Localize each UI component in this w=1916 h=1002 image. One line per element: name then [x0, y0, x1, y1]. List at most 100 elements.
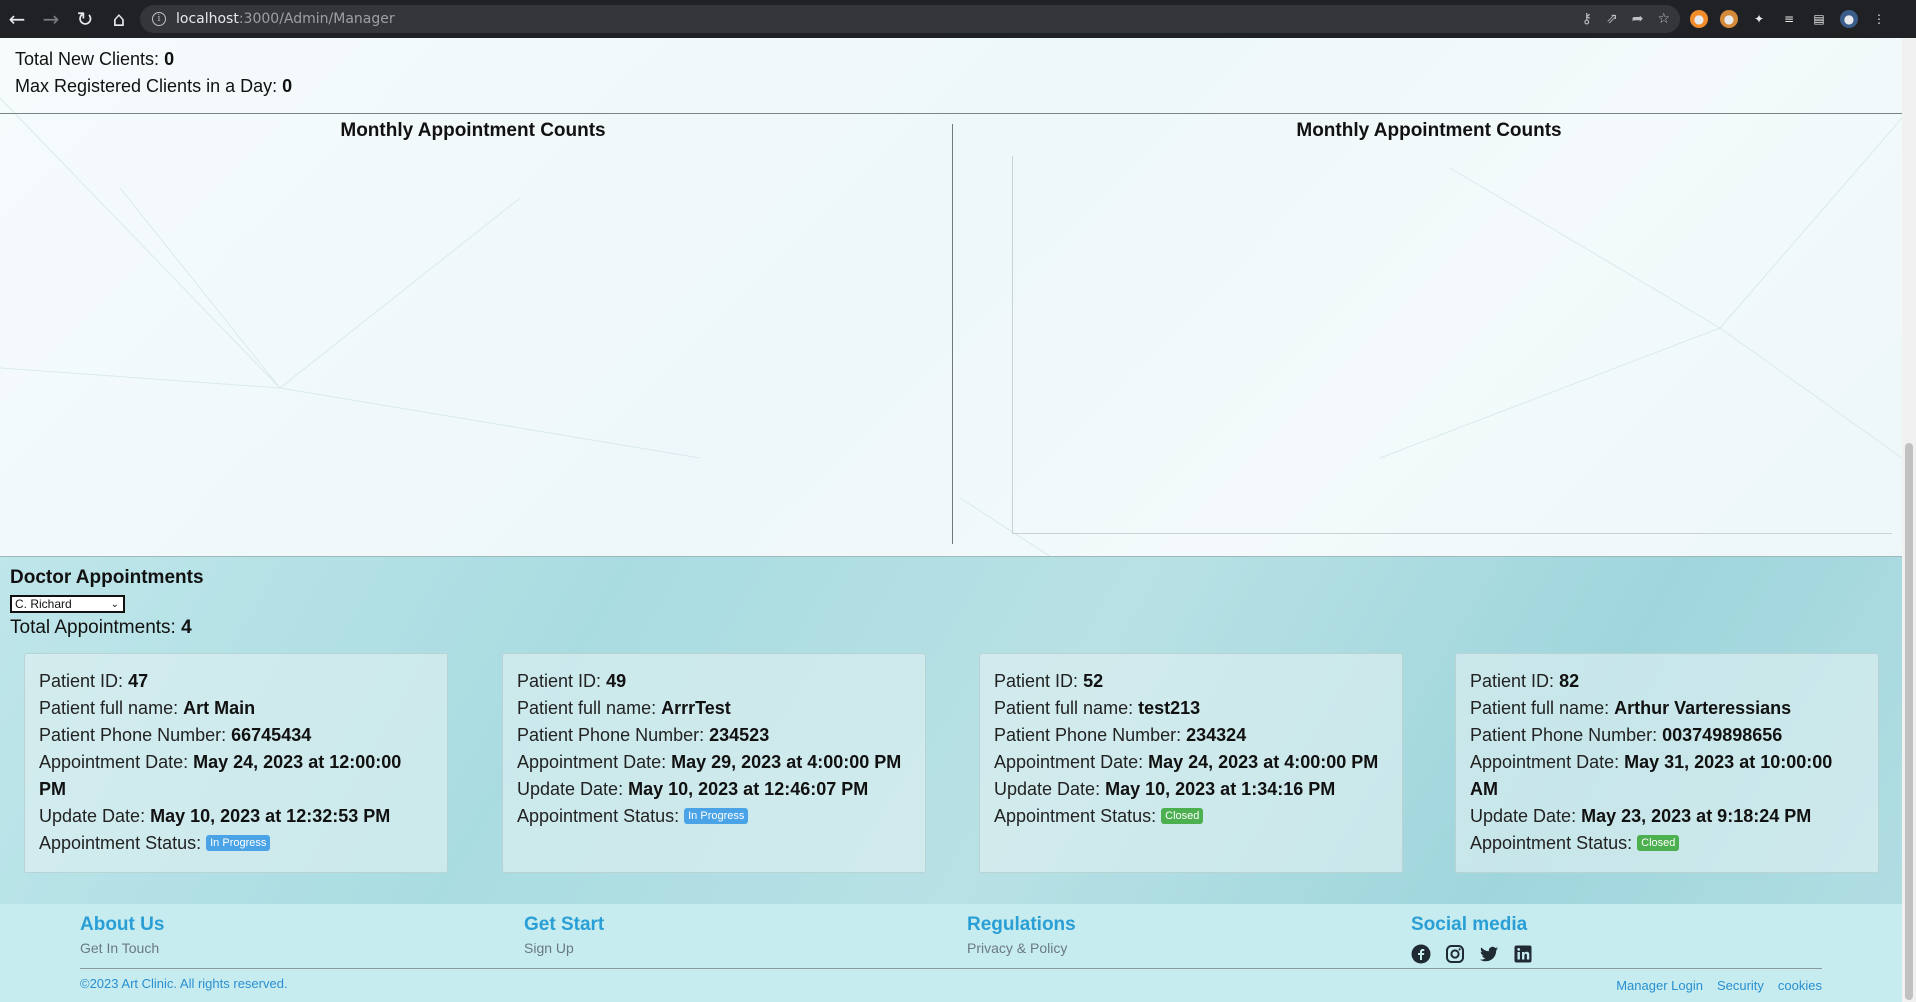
patient-id: 49: [606, 671, 627, 691]
section-divider: [0, 113, 1902, 114]
appointments-title: Doctor Appointments: [10, 567, 204, 588]
puzzle-extensions-icon[interactable]: ✦: [1750, 10, 1768, 28]
full-name-label: Patient full name:: [39, 698, 179, 718]
phone-label: Patient Phone Number:: [994, 725, 1182, 745]
appt-date-label: Appointment Date:: [39, 752, 189, 772]
side-panel-icon[interactable]: ▤: [1810, 10, 1828, 28]
share-icon[interactable]: ➦: [1632, 11, 1644, 27]
appointment-card: Patient ID: 82 Patient full name: Arthur…: [1455, 653, 1879, 873]
appointment-cards: Patient ID: 47 Patient full name: Art Ma…: [24, 653, 1879, 875]
browser-toolbar: ← → ↻ ⌂ i localhost:3000/Admin/Manager ⚷…: [0, 0, 1916, 38]
appointment-card: Patient ID: 49 Patient full name: ArrrTe…: [502, 653, 926, 873]
url-path: :3000/Admin/Manager: [238, 11, 395, 27]
key-icon[interactable]: ⚷: [1582, 11, 1592, 27]
status-label: Appointment Status:: [1470, 833, 1633, 853]
appt-date-label: Appointment Date:: [994, 752, 1144, 772]
max-registered-stat: Max Registered Clients in a Day: 0: [15, 73, 292, 100]
update-date: May 10, 2023 at 1:34:16 PM: [1105, 779, 1336, 799]
patient-id-label: Patient ID:: [994, 671, 1079, 691]
site-info-icon[interactable]: i: [152, 12, 166, 26]
patient-full-name: test213: [1138, 698, 1201, 718]
new-clients-value: 0: [164, 49, 175, 69]
forward-icon[interactable]: →: [34, 0, 68, 38]
linkedin-icon[interactable]: [1513, 944, 1533, 964]
left-chart-panel: Monthly Appointment Counts: [0, 120, 946, 460]
facebook-icon[interactable]: [1411, 944, 1431, 964]
status-badge: Closed: [1637, 835, 1680, 852]
appt-date-label: Appointment Date:: [517, 752, 667, 772]
update-date-label: Update Date:: [517, 779, 624, 799]
right-chart-axes: [1012, 156, 1892, 534]
patient-id-label: Patient ID:: [39, 671, 124, 691]
right-chart-title: Monthly Appointment Counts: [1296, 120, 1562, 141]
address-bar[interactable]: i localhost:3000/Admin/Manager ⚷ ⇗ ➦ ☆: [140, 5, 1680, 33]
menu-kebab-icon[interactable]: ⋮: [1870, 10, 1888, 28]
footer-regulations-title[interactable]: Regulations: [967, 914, 1076, 936]
client-stats: Total New Clients: 0 Max Registered Clie…: [15, 46, 292, 100]
patient-phone: 003749898656: [1662, 725, 1783, 745]
footer-regulations: Regulations Privacy & Policy: [967, 914, 1076, 956]
open-external-icon[interactable]: ⇗: [1606, 11, 1618, 27]
footer-get-start: Get Start Sign Up: [524, 914, 604, 956]
security-link[interactable]: Security: [1717, 978, 1764, 993]
patient-id: 47: [128, 671, 149, 691]
doctor-select-value: C. Richard: [15, 597, 72, 611]
appointment-date: May 29, 2023 at 4:00:00 PM: [671, 752, 902, 772]
status-label: Appointment Status:: [994, 806, 1157, 826]
footer-social-title: Social media: [1411, 914, 1528, 935]
status-label: Appointment Status:: [39, 833, 202, 853]
appointment-card: Patient ID: 47 Patient full name: Art Ma…: [24, 653, 448, 873]
footer-about-title[interactable]: About Us: [80, 914, 164, 936]
bookmark-star-icon[interactable]: ☆: [1657, 11, 1670, 27]
doctor-select[interactable]: C. Richard ⌄: [10, 595, 125, 613]
status-badge: Closed: [1161, 808, 1204, 825]
footer-privacy-link[interactable]: Privacy & Policy: [967, 940, 1076, 956]
patient-id-label: Patient ID:: [1470, 671, 1555, 691]
total-appointments-value: 4: [181, 617, 192, 638]
footer-social: Social media: [1411, 914, 1533, 964]
profile-avatar[interactable]: ●: [1840, 10, 1858, 28]
patient-full-name: ArrrTest: [661, 698, 731, 718]
update-date: May 10, 2023 at 12:46:07 PM: [628, 779, 869, 799]
scrollbar-thumb[interactable]: [1905, 443, 1913, 1000]
phone-label: Patient Phone Number:: [1470, 725, 1658, 745]
footer-get-start-title[interactable]: Get Start: [524, 914, 604, 936]
footer-get-in-touch-link[interactable]: Get In Touch: [80, 940, 164, 956]
home-icon[interactable]: ⌂: [102, 0, 136, 38]
site-footer: About Us Get In Touch Get Start Sign Up …: [0, 904, 1902, 1002]
page-scrollbar[interactable]: [1902, 38, 1916, 1002]
appointment-card: Patient ID: 52 Patient full name: test21…: [979, 653, 1403, 873]
total-appointments: Total Appointments: 4: [10, 617, 192, 639]
cookies-link[interactable]: cookies: [1778, 978, 1822, 993]
patient-full-name: Art Main: [183, 698, 256, 718]
footer-sign-up-link[interactable]: Sign Up: [524, 940, 604, 956]
instagram-icon[interactable]: [1445, 944, 1465, 964]
patient-id-label: Patient ID:: [517, 671, 602, 691]
phone-label: Patient Phone Number:: [517, 725, 705, 745]
update-date-label: Update Date:: [994, 779, 1101, 799]
full-name-label: Patient full name:: [1470, 698, 1610, 718]
cookie-extension-icon[interactable]: ●: [1720, 10, 1738, 28]
left-chart-title: Monthly Appointment Counts: [340, 120, 606, 141]
reading-list-icon[interactable]: ≡: [1780, 10, 1798, 28]
reload-icon[interactable]: ↻: [68, 0, 102, 38]
new-clients-label: Total New Clients:: [15, 49, 160, 69]
back-icon[interactable]: ←: [0, 0, 34, 38]
patient-full-name: Arthur Varteressians: [1614, 698, 1792, 718]
url-host: localhost: [176, 11, 239, 27]
patient-phone: 234324: [1186, 725, 1247, 745]
manager-login-link[interactable]: Manager Login: [1616, 978, 1703, 993]
extension-icon[interactable]: ●: [1690, 10, 1708, 28]
appointment-date: May 24, 2023 at 4:00:00 PM: [1148, 752, 1379, 772]
footer-bottom-links: Manager Login Security cookies: [1616, 978, 1822, 993]
new-clients-stat: Total New Clients: 0: [15, 46, 292, 73]
phone-label: Patient Phone Number:: [39, 725, 227, 745]
chart-divider: [952, 124, 953, 544]
twitter-icon[interactable]: [1479, 944, 1499, 964]
max-registered-label: Max Registered Clients in a Day:: [15, 76, 278, 96]
doctor-appointments-section: Doctor Appointments C. Richard ⌄ Total A…: [0, 556, 1902, 904]
status-label: Appointment Status:: [517, 806, 680, 826]
update-date-label: Update Date:: [1470, 806, 1577, 826]
footer-divider: [80, 968, 1822, 969]
status-badge: In Progress: [684, 808, 749, 825]
